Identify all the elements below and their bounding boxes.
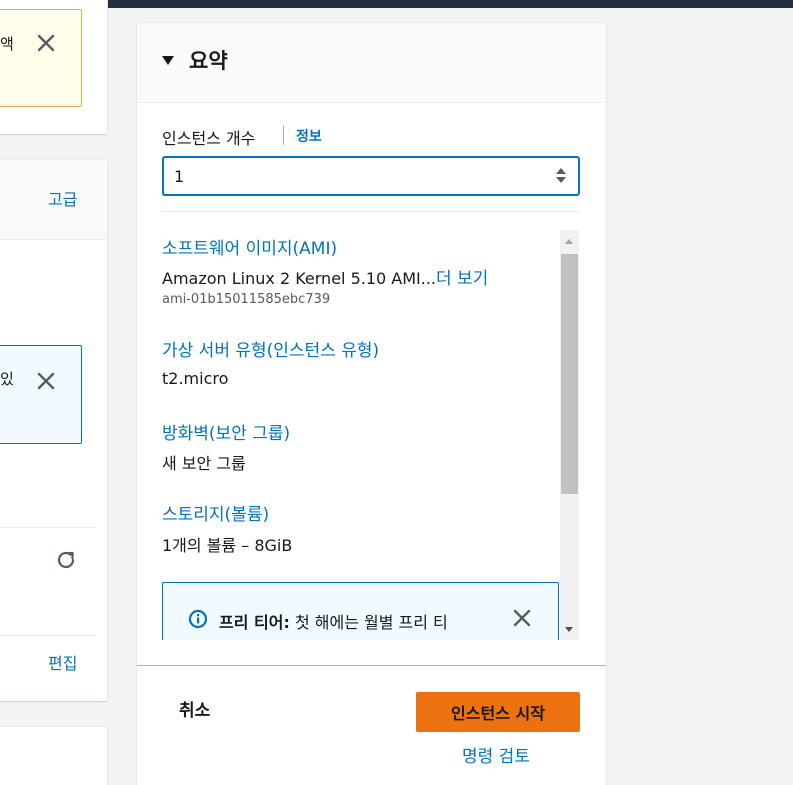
server-type-value: t2.micro bbox=[162, 369, 229, 388]
scroll-down-icon[interactable] bbox=[565, 627, 573, 632]
show-more-link[interactable]: 더 보기 bbox=[436, 269, 488, 289]
decrement-icon[interactable] bbox=[556, 177, 566, 183]
summary-header: 요약 bbox=[137, 23, 606, 103]
scrollbar-thumb[interactable] bbox=[561, 254, 578, 494]
details-scrollbar[interactable] bbox=[560, 230, 579, 640]
firewall-value: 새 보안 그룹 bbox=[162, 454, 246, 473]
summary-title: 요약 bbox=[189, 49, 228, 73]
ami-name: Amazon Linux 2 Kernel 5.10 AMI... bbox=[162, 269, 436, 288]
left-divider bbox=[0, 635, 95, 636]
close-icon bbox=[37, 34, 55, 52]
software-image-value: Amazon Linux 2 Kernel 5.10 AMI...더 보기 bbox=[162, 264, 488, 289]
instance-count-info-link[interactable]: 정보 bbox=[296, 126, 322, 146]
server-type-link[interactable]: 가상 서버 유형(인스턴스 유형) bbox=[162, 336, 379, 361]
top-navigation-bar bbox=[0, 0, 793, 8]
review-commands-link[interactable]: 명령 검토 bbox=[462, 742, 530, 767]
close-icon bbox=[513, 609, 531, 627]
free-tier-label: 프리 티어: bbox=[219, 613, 290, 632]
free-tier-text: 프리 티어: 첫 해에는 월별 프리 티 bbox=[219, 609, 448, 633]
refresh-icon bbox=[57, 551, 75, 569]
edit-link[interactable]: 편집 bbox=[48, 650, 77, 674]
footer-divider bbox=[137, 665, 606, 666]
info-alert bbox=[0, 345, 82, 444]
launch-instance-button[interactable]: 인스턴스 시작 bbox=[416, 692, 580, 732]
warning-alert bbox=[0, 9, 82, 107]
label-separator bbox=[283, 125, 284, 145]
summary-details: 소프트웨어 이미지(AMI) Amazon Linux 2 Kernel 5.1… bbox=[162, 230, 580, 640]
free-tier-message: 첫 해에는 월별 프리 티 bbox=[294, 613, 448, 632]
free-tier-close-button[interactable] bbox=[511, 607, 533, 629]
summary-panel: 요약 인스턴스 개수 정보 소프트웨어 이미지(AMI) Amazon Linu… bbox=[137, 23, 606, 785]
storage-value: 1개의 볼륨 – 8GiB bbox=[162, 536, 293, 555]
ami-id: ami-01b15011585ebc739 bbox=[162, 292, 331, 307]
info-circle-icon bbox=[188, 609, 208, 629]
firewall-link[interactable]: 방화벽(보안 그룹) bbox=[162, 419, 290, 444]
advanced-link[interactable]: 고급 bbox=[48, 186, 77, 210]
info-close-button[interactable] bbox=[35, 370, 57, 392]
warning-close-button[interactable] bbox=[35, 32, 57, 54]
refresh-button[interactable] bbox=[54, 548, 78, 572]
instance-count-stepper[interactable] bbox=[162, 156, 580, 196]
stepper-arrows[interactable] bbox=[553, 165, 569, 187]
instance-count-label: 인스턴스 개수 bbox=[162, 129, 256, 148]
software-image-link[interactable]: 소프트웨어 이미지(AMI) bbox=[162, 234, 337, 259]
left-card-top bbox=[0, 0, 107, 134]
summary-divider bbox=[162, 211, 580, 212]
instance-count-input[interactable] bbox=[174, 165, 544, 187]
cancel-button[interactable]: 취소 bbox=[179, 696, 210, 721]
scroll-up-icon[interactable] bbox=[565, 239, 573, 244]
storage-link[interactable]: 스토리지(볼륨) bbox=[162, 500, 269, 525]
increment-icon[interactable] bbox=[556, 168, 566, 174]
left-card-main bbox=[0, 160, 107, 701]
left-divider bbox=[0, 527, 95, 528]
warning-text-snippet: 액 bbox=[0, 35, 14, 53]
caret-down-icon[interactable] bbox=[162, 56, 174, 65]
free-tier-alert: 프리 티어: 첫 해에는 월별 프리 티 bbox=[162, 582, 559, 640]
left-card-bottom bbox=[0, 727, 107, 785]
close-icon bbox=[37, 372, 55, 390]
info-text-snippet: 있 bbox=[0, 370, 14, 388]
